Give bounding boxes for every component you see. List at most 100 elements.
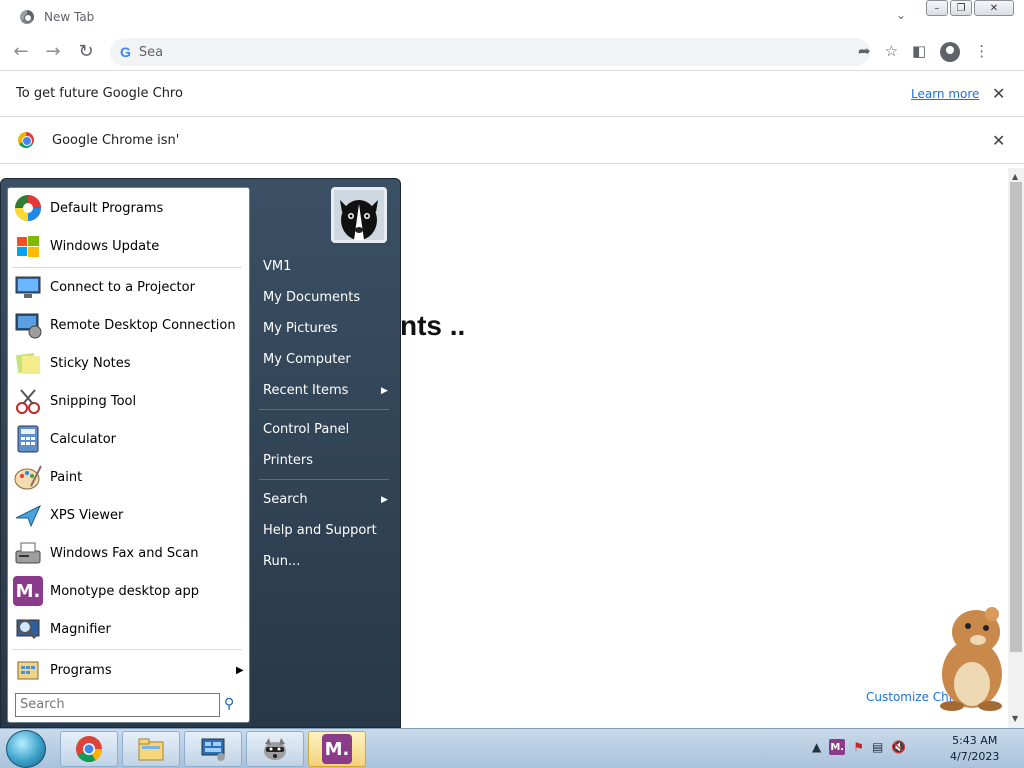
chevron-right-icon: ▶ xyxy=(236,664,244,676)
program-paint[interactable]: Paint xyxy=(12,460,246,494)
program-label: Paint xyxy=(50,469,83,485)
default-programs-icon xyxy=(12,192,44,224)
dog-avatar-icon xyxy=(334,190,384,240)
monotype-icon: M. xyxy=(12,575,44,607)
infobar-close-icon[interactable]: ✕ xyxy=(992,84,1005,103)
program-magnifier[interactable]: Magnifier xyxy=(12,612,246,646)
places-printers[interactable]: Printers xyxy=(263,453,313,468)
show-hidden-icons-icon[interactable]: ▲ xyxy=(812,740,821,754)
xps-viewer-icon xyxy=(12,499,44,531)
reload-icon[interactable]: ↻ xyxy=(75,41,97,63)
search-icon[interactable]: ⚲ xyxy=(224,696,234,712)
taskbar-clock[interactable]: 5:43 AM 4/7/2023 xyxy=(950,733,999,765)
program-fax-scan[interactable]: Windows Fax and Scan xyxy=(12,536,246,570)
remote-desktop-icon xyxy=(12,309,44,341)
scroll-up-icon[interactable]: ▲ xyxy=(1012,172,1018,181)
tab-search-dropdown-icon[interactable]: ⌄ xyxy=(896,8,906,22)
windows-update-icon xyxy=(12,230,44,262)
start-menu: Default Programs Windows Update Connect … xyxy=(0,178,401,728)
program-xps-viewer[interactable]: XPS Viewer xyxy=(12,498,246,532)
fax-scan-icon xyxy=(12,537,44,569)
program-label: Calculator xyxy=(50,431,117,447)
infobar-default-browser: Google Chrome isn' ✕ xyxy=(0,116,1024,164)
taskbar-raccoon-app[interactable] xyxy=(246,731,304,767)
side-panel-icon[interactable]: ◧ xyxy=(912,42,926,62)
hamster-mascot-icon[interactable] xyxy=(928,604,1012,712)
bookmark-star-icon[interactable]: ☆ xyxy=(885,42,898,62)
places-recent-items[interactable]: Recent Items xyxy=(263,383,348,398)
program-label: Snipping Tool xyxy=(50,393,137,409)
scroll-thumb[interactable] xyxy=(1010,182,1022,652)
program-calculator[interactable]: Calculator xyxy=(12,422,246,456)
taskbar: M. ▲ M. ⚑ ▤ 🔇 5:43 AM 4/7/2023 xyxy=(0,728,1024,768)
all-programs-label: Programs xyxy=(50,662,112,678)
program-connect-projector[interactable]: Connect to a Projector xyxy=(12,270,246,304)
program-sticky-notes[interactable]: Sticky Notes xyxy=(12,346,246,380)
user-avatar[interactable] xyxy=(331,187,387,243)
places-search[interactable]: Search xyxy=(263,492,308,507)
program-monotype[interactable]: M. Monotype desktop app xyxy=(12,574,246,608)
folder-icon xyxy=(138,738,164,761)
separator xyxy=(259,409,389,410)
start-orb-button[interactable] xyxy=(6,730,46,768)
window-controls: – ❐ ✕ xyxy=(926,0,1014,16)
page-loading-text: nts .. xyxy=(400,310,466,341)
separator xyxy=(12,267,242,268)
taskbar-monotype[interactable]: M. xyxy=(308,731,366,767)
chevron-right-icon: ▶ xyxy=(381,386,388,396)
control-panel-icon xyxy=(201,738,225,761)
sticky-notes-icon xyxy=(12,347,44,379)
places-help-support[interactable]: Help and Support xyxy=(263,523,377,538)
program-label: Sticky Notes xyxy=(50,355,131,371)
monotype-taskbar-icon: M. xyxy=(322,734,352,764)
network-icon[interactable]: ▤ xyxy=(872,740,883,754)
infobar-default-close-icon[interactable]: ✕ xyxy=(992,131,1005,150)
separator xyxy=(259,479,389,480)
all-programs-button[interactable]: Programs ▶ xyxy=(12,653,246,687)
taskbar-control-panel[interactable] xyxy=(184,731,242,767)
start-search-input[interactable]: Search xyxy=(15,693,220,717)
minimize-button[interactable]: – xyxy=(926,0,948,16)
address-bar[interactable]: G Sea xyxy=(110,38,870,66)
program-remote-desktop[interactable]: Remote Desktop Connection xyxy=(12,308,246,342)
taskbar-explorer[interactable] xyxy=(122,731,180,767)
share-icon[interactable]: ➦ xyxy=(858,42,871,62)
program-windows-update[interactable]: Windows Update xyxy=(12,229,246,263)
back-icon[interactable]: ← xyxy=(10,41,32,63)
close-window-button[interactable]: ✕ xyxy=(974,0,1014,16)
scroll-down-icon[interactable]: ▼ xyxy=(1012,714,1018,723)
action-center-flag-icon[interactable]: ⚑ xyxy=(853,740,864,754)
program-label: XPS Viewer xyxy=(50,507,124,523)
places-my-pictures[interactable]: My Pictures xyxy=(263,321,338,336)
places-run[interactable]: Run... xyxy=(263,554,300,569)
forward-icon[interactable]: → xyxy=(42,41,64,63)
profile-avatar-icon[interactable] xyxy=(940,42,961,62)
program-default-programs[interactable]: Default Programs xyxy=(12,191,246,225)
taskbar-chrome[interactable] xyxy=(60,731,118,767)
restore-button[interactable]: ❐ xyxy=(950,0,972,16)
magnifier-icon xyxy=(12,613,44,645)
places-control-panel[interactable]: Control Panel xyxy=(263,422,349,437)
address-bar-text: Sea xyxy=(138,44,164,60)
learn-more-link[interactable]: Learn more xyxy=(911,87,979,101)
google-icon: G xyxy=(120,44,131,60)
program-snipping-tool[interactable]: Snipping Tool xyxy=(12,384,246,418)
volume-muted-icon[interactable]: 🔇 xyxy=(891,740,906,754)
chrome-logo-icon xyxy=(18,132,34,148)
clock-date: 4/7/2023 xyxy=(950,750,1000,763)
places-my-documents[interactable]: My Documents xyxy=(263,290,360,305)
toolbar-right-icons: ➦ ☆ ◧ ⋮ xyxy=(858,42,989,62)
chrome-icon xyxy=(76,736,103,763)
calculator-icon xyxy=(12,423,44,455)
program-label: Remote Desktop Connection xyxy=(50,317,236,333)
chrome-tab-icon xyxy=(20,10,34,24)
places-user-folder[interactable]: VM1 xyxy=(263,259,291,274)
program-label: Default Programs xyxy=(50,200,164,216)
program-label: Windows Update xyxy=(50,238,160,254)
program-label: Connect to a Projector xyxy=(50,279,195,295)
monotype-tray-icon[interactable]: M. xyxy=(829,739,846,755)
places-my-computer[interactable]: My Computer xyxy=(263,352,351,367)
system-tray: ▲ M. ⚑ ▤ 🔇 xyxy=(812,739,906,755)
tab-new-tab[interactable]: New Tab xyxy=(8,4,158,30)
menu-kebab-icon[interactable]: ⋮ xyxy=(974,42,989,62)
